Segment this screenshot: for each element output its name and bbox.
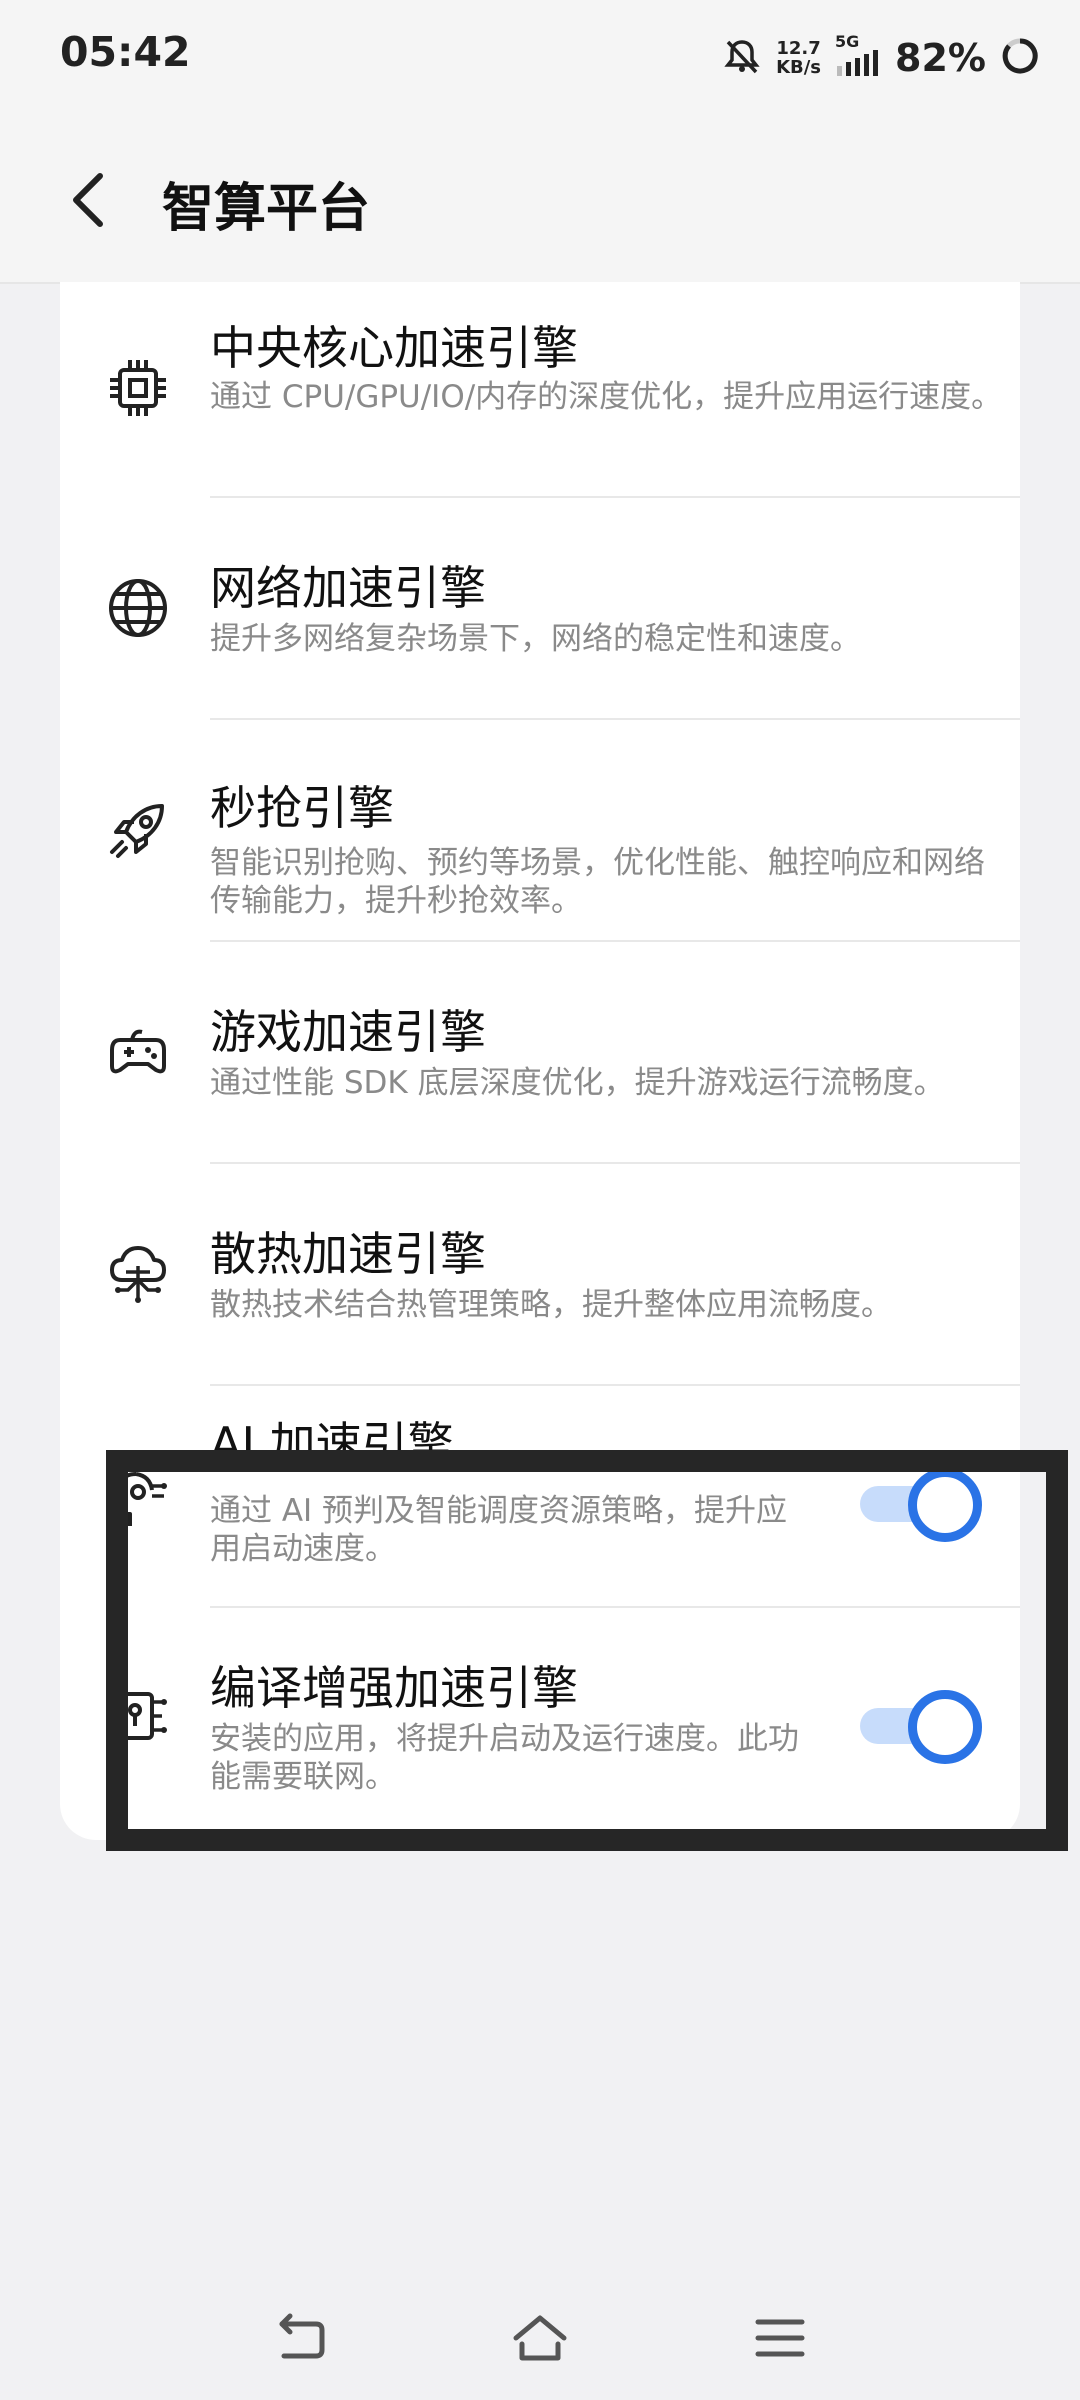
app-header: 智算平台 xyxy=(0,118,1080,284)
item-desc: 通过 AI 预判及智能调度资源策略，提升应用启动速度。 xyxy=(210,1493,788,1567)
item-desc: 通过 CPU/GPU/IO/内存的深度优化，提升应用运行速度。 xyxy=(210,379,1003,415)
network-type: 5G xyxy=(835,32,860,51)
rocket-icon xyxy=(102,794,174,866)
back-nav-button[interactable] xyxy=(270,2308,330,2368)
list-item-game-engine[interactable]: 游戏加速引擎 通过性能 SDK 底层深度优化，提升游戏运行流畅度。 xyxy=(60,942,1020,1162)
ai-engine-toggle[interactable] xyxy=(860,1468,985,1542)
back-button[interactable] xyxy=(56,160,120,240)
ai-head-icon xyxy=(102,1464,174,1536)
compile-engine-toggle[interactable] xyxy=(860,1690,985,1764)
item-desc: 智能识别抢购、预约等场景，优化性能、触控响应和网络传输能力，提升秒抢效率。 xyxy=(210,845,985,919)
item-desc: 安装的应用，将提升启动及运行速度。此功能需要联网。 xyxy=(210,1721,799,1795)
status-time: 05:42 xyxy=(60,28,191,76)
mute-bell-icon xyxy=(722,36,762,80)
status-bar: 05:42 12.7 KB/s 5G 82% xyxy=(0,0,1080,118)
item-title: 秒抢引擎 xyxy=(210,781,394,835)
page-title: 智算平台 xyxy=(162,179,371,239)
item-title: AI 加速引擎 xyxy=(210,1417,454,1471)
back-arrow-icon xyxy=(279,2313,325,2359)
list-item-compile-engine[interactable]: 编译增强加速引擎 安装的应用，将提升启动及运行速度。此功能需要联网。 xyxy=(60,1608,1020,1840)
toggle-knob xyxy=(908,1468,982,1542)
system-nav-bar xyxy=(0,2278,1080,2400)
home-icon xyxy=(513,2315,567,2361)
item-desc: 散热技术结合热管理策略，提升整体应用流畅度。 xyxy=(210,1287,892,1323)
item-title: 游戏加速引擎 xyxy=(210,1005,486,1059)
gamepad-icon xyxy=(102,1016,174,1088)
item-desc: 通过性能 SDK 底层深度优化，提升游戏运行流畅度。 xyxy=(210,1065,945,1101)
menu-icon xyxy=(755,2319,805,2357)
chip-icon xyxy=(102,352,174,424)
list-item-cooling-engine[interactable]: 散热加速引擎 散热技术结合热管理策略，提升整体应用流畅度。 xyxy=(60,1164,1020,1384)
toggle-knob xyxy=(908,1690,982,1764)
list-item-ai-engine[interactable]: AI 加速引擎 通过 AI 预判及智能调度资源策略，提升应用启动速度。 xyxy=(60,1386,1020,1606)
item-title: 网络加速引擎 xyxy=(210,561,486,615)
menu-nav-button[interactable] xyxy=(750,2308,810,2368)
chevron-left-icon xyxy=(73,173,103,227)
list-item-cpu-engine[interactable]: 中央核心加速引擎 通过 CPU/GPU/IO/内存的深度优化，提升应用运行速度。 xyxy=(60,282,1020,497)
compile-chip-icon xyxy=(102,1680,174,1752)
battery-percent: 82% xyxy=(895,36,986,80)
net-speed: 12.7 KB/s xyxy=(776,39,821,77)
net-speed-unit: KB/s xyxy=(776,57,822,78)
globe-icon xyxy=(102,572,174,644)
list-item-flash-sale-engine[interactable]: 秒抢引擎 智能识别抢购、预约等场景，优化性能、触控响应和网络传输能力，提升秒抢效… xyxy=(60,720,1020,940)
item-title: 编译增强加速引擎 xyxy=(210,1661,578,1715)
status-icons: 12.7 KB/s 5G 82% xyxy=(722,30,1040,86)
engine-list-card: 中央核心加速引擎 通过 CPU/GPU/IO/内存的深度优化，提升应用运行速度。… xyxy=(60,282,1020,1840)
net-speed-value: 12.7 xyxy=(776,38,821,59)
cloud-cooling-icon xyxy=(102,1238,174,1310)
item-title: 中央核心加速引擎 xyxy=(210,321,578,375)
battery-ring-icon xyxy=(1000,36,1040,80)
item-title: 散热加速引擎 xyxy=(210,1227,486,1281)
home-nav-button[interactable] xyxy=(510,2308,570,2368)
network-indicator: 5G xyxy=(835,34,881,82)
signal-icon xyxy=(835,50,881,82)
list-item-network-engine[interactable]: 网络加速引擎 提升多网络复杂场景下，网络的稳定性和速度。 xyxy=(60,498,1020,718)
item-desc: 提升多网络复杂场景下，网络的稳定性和速度。 xyxy=(210,621,861,657)
